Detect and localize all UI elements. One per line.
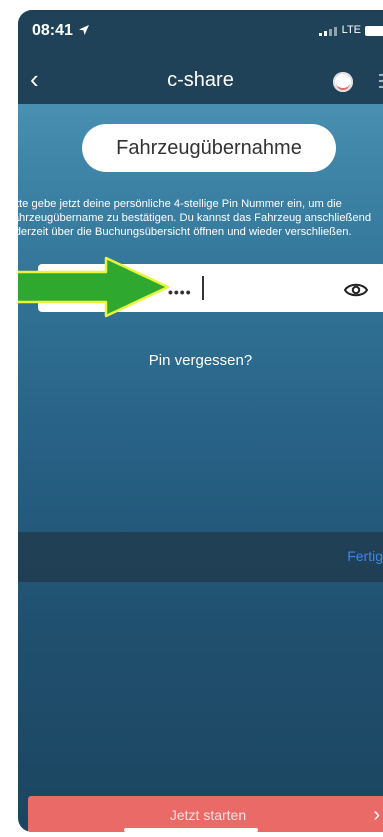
nav-title: c-share: [167, 69, 234, 91]
green-arrow-icon: [18, 256, 170, 318]
battery-icon: [365, 26, 383, 36]
home-indicator[interactable]: [124, 828, 258, 832]
eye-icon[interactable]: [344, 282, 368, 298]
toggle-icon[interactable]: [333, 72, 353, 92]
forgot-pin-link[interactable]: Pin vergessen?: [18, 352, 383, 369]
status-bar: 08:41 LTE: [18, 10, 383, 54]
menu-icon[interactable]: [379, 74, 383, 92]
instructions-text: Bitte gebe jetzt deine persönliche 4-ste…: [18, 198, 372, 238]
app-screen: 08:41 LTE ‹ c-share Fahrzeugübernahme Bi…: [18, 10, 383, 832]
page-title: Fahrzeugübernahme: [82, 124, 336, 172]
start-button-label: Jetzt starten: [169, 807, 247, 823]
signal-icon: [319, 27, 337, 36]
nav-bar: ‹ c-share: [18, 54, 383, 104]
start-button[interactable]: Jetzt starten ›: [28, 796, 383, 832]
text-caret: [202, 276, 204, 300]
status-time: 08:41: [32, 22, 73, 39]
done-button[interactable]: Fertig: [347, 548, 383, 564]
chevron-right-icon: ›: [373, 804, 380, 826]
keyboard-toolbar: Fertig: [18, 532, 383, 582]
location-arrow-icon: [79, 25, 89, 35]
network-label: LTE: [341, 24, 361, 36]
